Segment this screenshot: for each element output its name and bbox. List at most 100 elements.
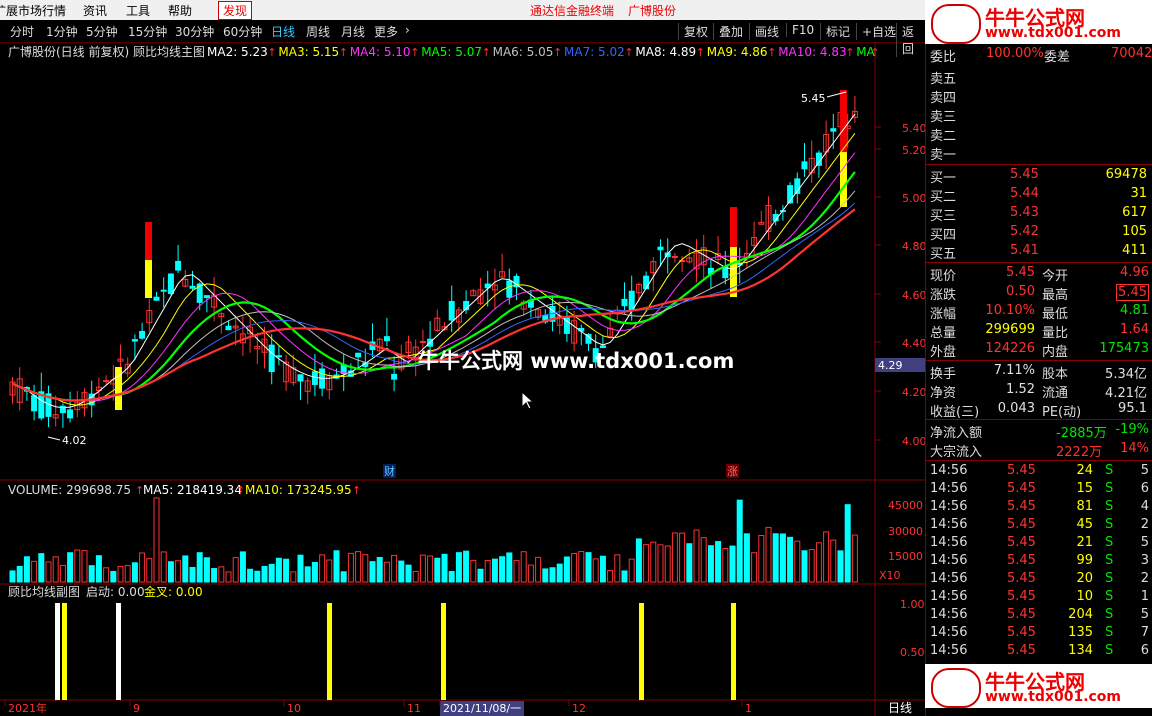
volume-bar [218,566,225,583]
volume-bar [851,534,858,583]
sell-level-2: 卖二 [926,125,1152,144]
tick-time: 14:56 [930,643,968,658]
period-tab-2[interactable]: 5分钟 [86,23,118,40]
volume-bar [412,570,419,583]
signal-column [327,603,332,700]
period-tab-7[interactable]: 周线 [306,23,330,40]
ma-label-5: MA7: 5.02 [564,45,625,59]
tick-price: 5.45 [1007,481,1036,496]
tool-button-4[interactable]: 标记 [820,23,850,40]
volume-bar [808,549,815,583]
volume-bar [67,552,74,583]
volume-bar [16,565,23,583]
volume-bar [463,550,470,583]
fundamental-row-2: 收益(三) 0.043 PE(动) 95.1 [926,401,1152,420]
stat-label: 涨幅 [930,307,957,322]
tool-button-2[interactable]: 画线 [749,23,779,40]
stat-label: 量比 [1042,326,1069,341]
stat-label: 今开 [1042,269,1069,284]
menu-news[interactable]: 资讯 [83,2,107,19]
weibi-row: 委比 100.00% 委差 70042 [926,46,1152,65]
candle [67,409,74,419]
volume-bar [74,549,81,583]
period-tab-3[interactable]: 15分钟 [128,23,167,40]
cow-logo-icon [931,4,981,44]
buy-level-volume: 69478 [1105,167,1147,182]
tick-side: S [1105,571,1114,586]
menu-help[interactable]: 帮助 [168,2,192,19]
buy-level-volume: 617 [1122,205,1147,220]
volume-bar [535,556,542,583]
period-tab-8[interactable]: 月线 [341,23,365,40]
volume-bar [729,545,736,583]
tool-button-0[interactable]: 复权 [678,23,708,40]
menu-market[interactable]: 扩展市场行情 [0,2,66,19]
signal-column [62,603,67,700]
menu-discover[interactable]: 发现 [218,1,253,20]
volume-bar [736,499,743,583]
fundamental-label: 股本 [1042,367,1069,382]
buy-level-4: 买四 5.42 105 [926,224,1152,243]
candle [621,298,628,307]
volume-bar [599,555,606,583]
fundamental-value: 7.11% [993,363,1035,378]
stat-value: 5.45 [1006,265,1035,280]
period-tab-4[interactable]: 30分钟 [175,23,214,40]
tick-count: 5 [1140,535,1149,550]
tick-row: 14:56 5.45 20 S 2 [926,571,1152,590]
volume-bar [167,561,174,583]
tool-button-1[interactable]: 叠加 [713,23,743,40]
event-marker-zhang[interactable]: 涨 [726,464,739,478]
fundamental-value: 95.1 [1118,401,1147,416]
candle [448,301,455,321]
price-axis-tick: 5.20 [902,144,925,157]
buy-level-1: 买一 5.45 69478 [926,167,1152,186]
tick-row: 14:56 5.45 134 S 6 [926,643,1152,662]
signal-bar [840,90,847,152]
watermark-bottom: 牛牛公式网 www.tdx001.com [925,664,1152,708]
period-tab-1[interactable]: 1分钟 [46,23,78,40]
candle [657,246,664,251]
volume-bar [434,557,441,583]
tick-volume: 204 [1068,607,1093,622]
price-axis-tick: 5.40 [902,122,925,135]
ma-up-arrow-icon: ↑ [339,46,348,59]
tick-price: 5.45 [1007,571,1036,586]
tool-button-3[interactable]: F10 [786,23,814,37]
tool-button-5[interactable]: +自选 [856,23,896,40]
volume-bar [110,570,117,583]
sell-level-label: 卖三 [930,110,957,125]
period-tab-9[interactable]: 更多 [374,23,398,40]
period-tab-6[interactable]: 日线 [271,23,295,40]
menu-tools[interactable]: 工具 [126,2,150,19]
ma-up-arrow-icon: ↑ [267,46,276,59]
volume-axis-tick: 15000 [888,550,923,563]
volume-bar [830,539,837,583]
event-marker-cai[interactable]: 财 [383,464,396,478]
volume-bar [419,554,426,583]
volume-up-arrow-icon: ↑ [236,484,245,497]
period-tab-5[interactable]: 60分钟 [223,23,262,40]
volume-bar [700,537,707,583]
volume-bar [527,564,534,583]
tick-time: 14:56 [930,589,968,604]
kline-chart[interactable]: 广博股份(日线 前复权) 顾比均线主图 MA2: 5.23 ↑ MA3: 5.15 ↑ M… [0,42,925,716]
tick-row: 14:56 5.45 99 S 3 [926,553,1152,572]
buy-level-label: 买二 [930,190,957,205]
volume-bar [131,562,138,583]
tick-count: 7 [1140,625,1149,640]
tick-row: 14:56 5.45 135 S 7 [926,625,1152,644]
period-tab-0[interactable]: 分时 [10,23,34,40]
sub-axis-tick: 1.00 [900,598,925,611]
volume-bar [801,550,808,583]
fundamental-value: 5.34亿 [1105,367,1147,382]
volume-bar [779,533,786,583]
candle [268,344,275,373]
volume-bar [311,561,318,583]
volume-bar [146,558,153,583]
candle [671,255,678,258]
fundamental-value: 4.21亿 [1105,386,1147,401]
candle [830,128,837,132]
ma-up-arrow-icon: ↑ [696,46,705,59]
more-chevron-icon[interactable]: › [405,23,410,37]
